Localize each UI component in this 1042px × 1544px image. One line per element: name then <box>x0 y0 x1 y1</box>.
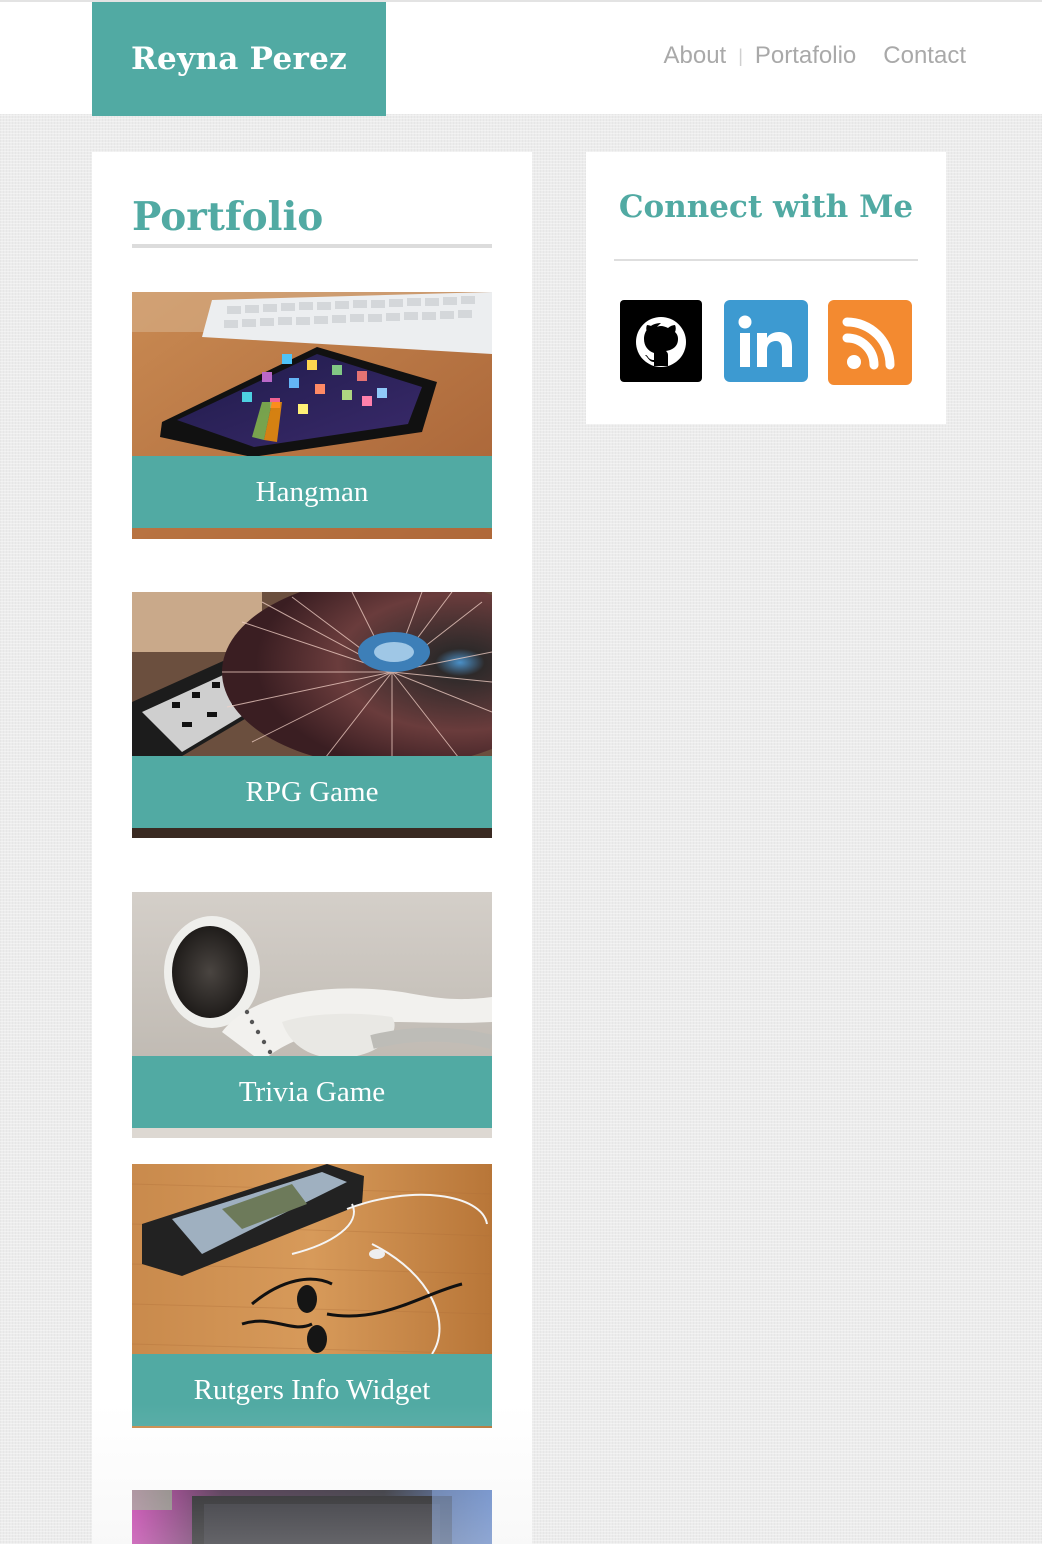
nav-separator: | <box>738 45 743 66</box>
project-title-bar: Hangman <box>132 456 492 528</box>
project-title: Hangman <box>255 475 369 508</box>
nav-about-link[interactable]: About <box>663 42 726 70</box>
project-title: RPG Game <box>245 775 379 808</box>
portfolio-heading: Portfolio <box>132 192 492 248</box>
rss-link[interactable] <box>828 300 912 385</box>
project-title-bar: Trivia Game <box>132 1056 492 1128</box>
github-icon <box>620 300 702 382</box>
project-title-bar: RPG Game <box>132 756 492 828</box>
brand-logo-link[interactable]: Reyna Perez <box>92 2 386 116</box>
project-title-bar: Rutgers Info Widget <box>132 1354 492 1426</box>
main-nav: About | Portafolio Contact <box>663 42 966 70</box>
site-header: Reyna Perez About | Portafolio Contact <box>0 0 1042 116</box>
connect-heading: Connect with Me <box>618 189 914 225</box>
project-card-partial[interactable] <box>132 1490 492 1544</box>
nav-portafolio-link[interactable]: Portafolio <box>755 42 856 70</box>
rss-icon <box>828 300 912 385</box>
monitor-desk-photo <box>132 1490 492 1544</box>
project-title: Rutgers Info Widget <box>193 1373 431 1406</box>
project-card-trivia-game[interactable]: Trivia Game <box>132 892 492 1138</box>
nav-contact-link[interactable]: Contact <box>883 42 966 70</box>
project-card-rutgers-info-widget[interactable]: Rutgers Info Widget <box>132 1164 492 1428</box>
project-title: Trivia Game <box>238 1075 386 1108</box>
connect-panel: Connect with Me <box>586 152 946 424</box>
project-card-rpg-game[interactable]: RPG Game <box>132 592 492 838</box>
linkedin-icon <box>724 300 808 382</box>
divider <box>614 259 918 261</box>
portfolio-panel: Portfolio Hangman RPG Game Trivia Game R… <box>92 152 532 1544</box>
github-link[interactable] <box>620 300 702 382</box>
project-card-hangman[interactable]: Hangman <box>132 292 492 539</box>
linkedin-link[interactable] <box>724 300 808 382</box>
